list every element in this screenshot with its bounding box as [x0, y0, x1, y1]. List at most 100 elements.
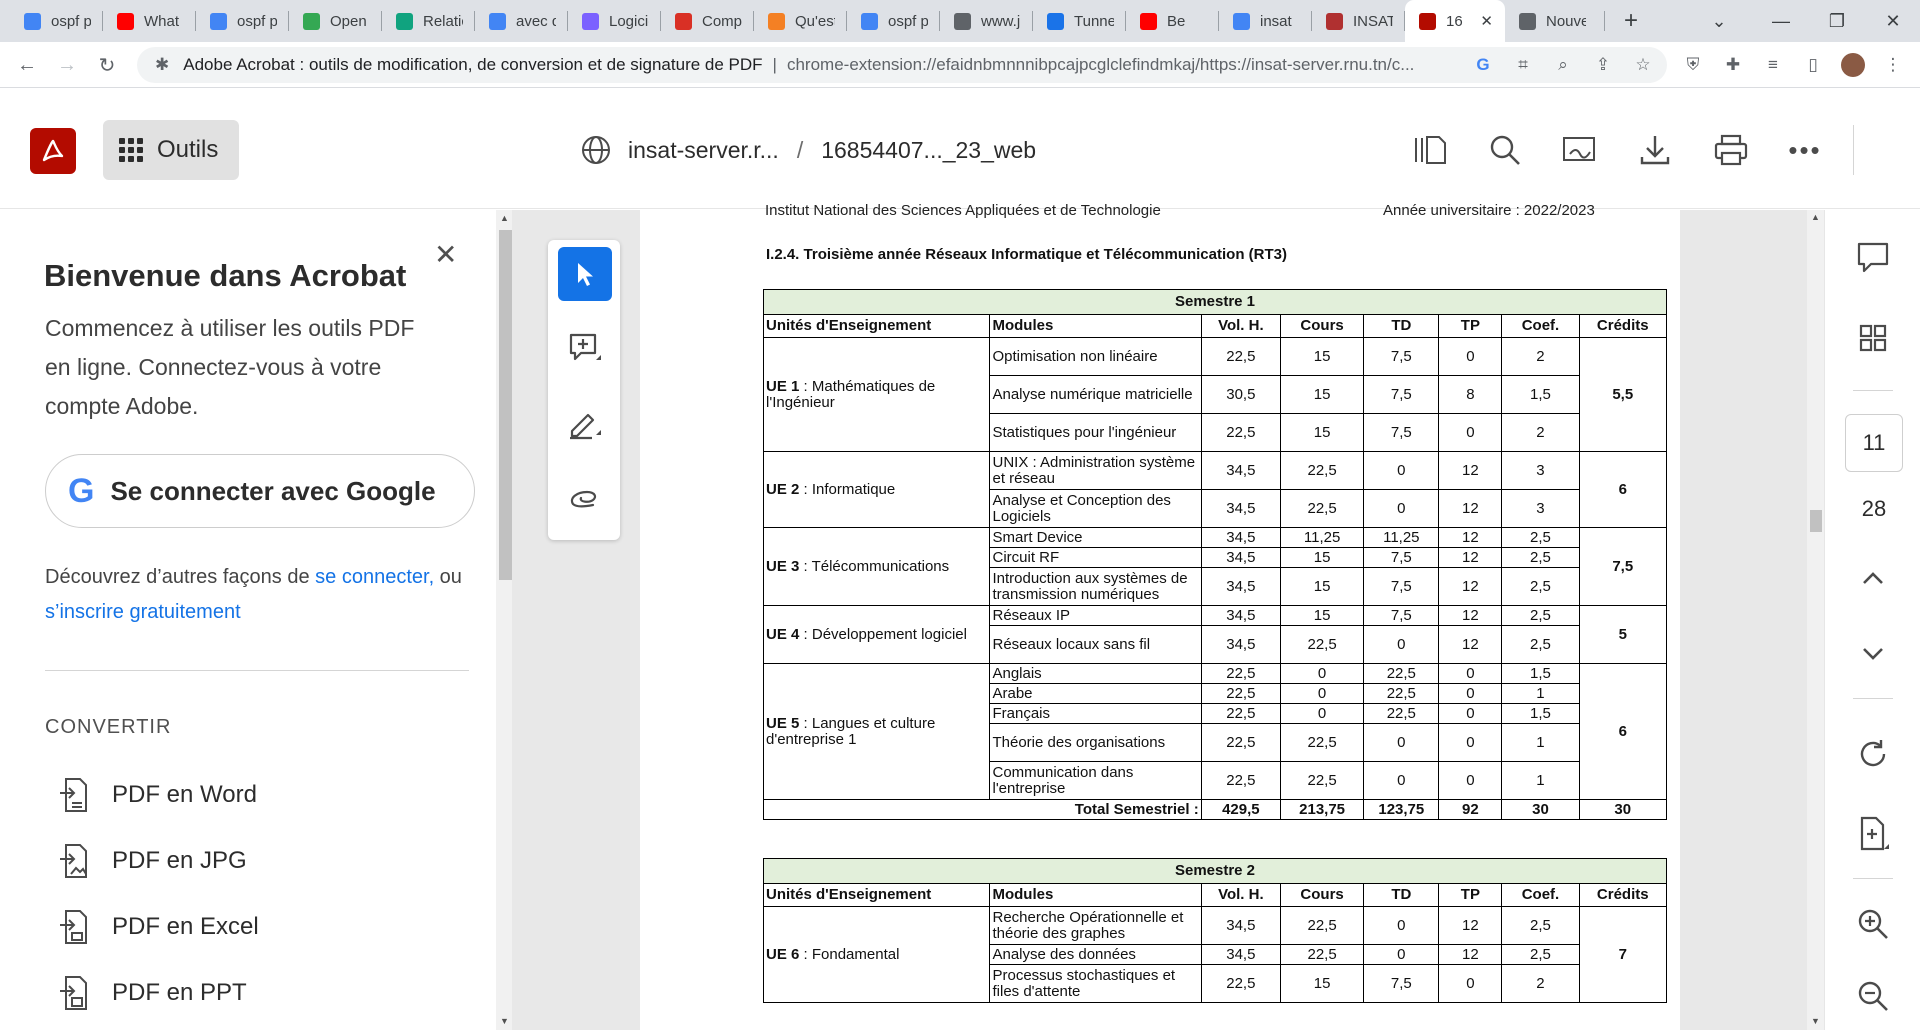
forward-button[interactable]: → — [50, 42, 84, 88]
close-window-button[interactable]: ✕ — [1864, 0, 1920, 42]
module-name: Analyse et Conception des Logiciels — [989, 489, 1202, 528]
zoom-icon[interactable]: ⌕ — [1545, 47, 1581, 83]
convert-pdf-excel[interactable]: PDF en Excel — [58, 907, 259, 947]
google-signin-button[interactable]: G Se connecter avec Google — [45, 454, 475, 528]
module-value: 2,5 — [1501, 625, 1580, 664]
share-icon[interactable]: ⇪ — [1585, 47, 1621, 83]
signin-link[interactable]: se connecter, — [315, 566, 434, 588]
panel-scroll-down-icon[interactable]: ▼ — [500, 1016, 509, 1026]
cursor-icon — [578, 263, 593, 286]
convert-label: PDF en Word — [112, 781, 257, 808]
browser-tab[interactable]: avec q — [475, 0, 568, 42]
browser-tab[interactable]: ospf p — [847, 0, 940, 42]
browser-tab[interactable]: Relatic — [382, 0, 475, 42]
panel-scrollbar-thumb[interactable] — [499, 230, 513, 580]
browser-tab[interactable]: www.j — [940, 0, 1033, 42]
browser-tab[interactable]: Tunne — [1033, 0, 1126, 42]
zoom-out-icon[interactable] — [1849, 972, 1897, 1020]
convert-pdf-word[interactable]: PDF en Word — [58, 775, 257, 815]
apps-grid-icon[interactable] — [1849, 314, 1897, 362]
module-value: 34,5 — [1200, 906, 1281, 945]
ue-cell: UE 3 : Télécommunications — [762, 527, 991, 606]
thumbnails-panel-icon[interactable] — [1410, 129, 1452, 171]
side-panel-icon[interactable]: ▯ — [1795, 47, 1831, 83]
chrome-menu-icon[interactable]: ⋮ — [1875, 47, 1911, 83]
rotate-icon[interactable] — [1849, 730, 1897, 778]
browser-tab[interactable]: Be — [1126, 0, 1219, 42]
comments-panel-icon[interactable] — [1849, 234, 1897, 282]
breadcrumb-site[interactable]: insat-server.r... — [628, 137, 779, 164]
new-tab-button[interactable]: + — [1611, 0, 1651, 42]
browser-tab[interactable]: Qu'est — [754, 0, 847, 42]
google-lens-icon[interactable]: G — [1465, 47, 1501, 83]
zoom-in-icon[interactable] — [1849, 900, 1897, 948]
comment-tool[interactable] — [558, 322, 612, 376]
signup-link[interactable]: s’inscrire gratuitement — [45, 601, 241, 623]
reload-button[interactable]: ↻ — [90, 42, 124, 88]
search-icon[interactable] — [1484, 129, 1526, 171]
close-icon[interactable]: ✕ — [434, 238, 457, 271]
profile-avatar[interactable] — [1835, 47, 1871, 83]
back-button[interactable]: ← — [10, 42, 44, 88]
media-control-icon[interactable]: ≡ — [1755, 47, 1791, 83]
sign-icon[interactable] — [1560, 129, 1602, 171]
welcome-title: Bienvenue dans Acrobat — [44, 258, 407, 293]
scroll-up-arrow-icon[interactable]: ▲ — [1811, 212, 1820, 222]
panel-scroll-up-icon[interactable]: ▲ — [500, 213, 509, 223]
freehand-tool[interactable] — [558, 472, 612, 526]
browser-tab[interactable]: ospf p — [10, 0, 103, 42]
document-scrollbar[interactable]: ▲ ▼ — [1807, 210, 1824, 1030]
credits-cell: 5,5 — [1578, 337, 1668, 452]
module-value: 12 — [1438, 451, 1503, 490]
browser-tab[interactable]: Comp — [661, 0, 754, 42]
document-scrollbar-thumb[interactable] — [1810, 510, 1822, 532]
acrobat-logo-icon[interactable] — [30, 128, 76, 174]
browser-tab[interactable]: What i — [103, 0, 196, 42]
browser-tab[interactable]: Logicie — [568, 0, 661, 42]
bookmark-star-icon[interactable]: ☆ — [1625, 47, 1661, 83]
print-icon[interactable] — [1710, 129, 1752, 171]
select-tool[interactable] — [558, 247, 612, 301]
page-tools-icon[interactable] — [1849, 810, 1897, 858]
maximize-button[interactable]: ❐ — [1808, 0, 1866, 42]
shield-extension-icon[interactable]: ⛨ — [1675, 47, 1711, 83]
browser-tab[interactable]: insat — [1219, 0, 1312, 42]
breadcrumb-file[interactable]: 16854407..._23_web — [821, 137, 1036, 164]
youtube-icon — [117, 12, 134, 30]
ue-name: : Télécommunications — [799, 557, 950, 575]
module-value: 0 — [1363, 761, 1440, 800]
extensions-puzzle-icon[interactable]: ✚ — [1715, 47, 1751, 83]
browser-tab-strip: ospf p What i ospf p Open Relatic avec q Logic… — [0, 0, 1920, 42]
convert-pdf-jpg[interactable]: PDF en JPG — [58, 841, 247, 881]
previous-page-icon[interactable] — [1849, 554, 1897, 602]
omnibox[interactable]: ✱ Adobe Acrobat : outils de modification… — [137, 47, 1667, 83]
total-value: 213,75 — [1279, 799, 1365, 820]
browser-tab[interactable]: 16 ✕ — [1405, 0, 1505, 42]
next-page-icon[interactable] — [1849, 630, 1897, 678]
browser-tab[interactable]: INSAT — [1312, 0, 1405, 42]
table-row: UE 6 : Fondamental Recherche Opérationnel… — [762, 906, 1668, 1003]
column-header: Cours — [1279, 883, 1365, 907]
browser-tab[interactable]: Nouve — [1505, 0, 1605, 42]
tools-label: Outils — [157, 136, 219, 163]
notebook-icon — [1047, 12, 1064, 30]
module-name: Circuit RF — [989, 547, 1202, 568]
close-tab-icon[interactable]: ✕ — [1480, 12, 1493, 30]
header-institution: Institut National des Sciences Appliquée… — [765, 202, 1161, 219]
tab-search-button[interactable]: ⌄ — [1690, 0, 1748, 42]
draw-tool[interactable] — [558, 397, 612, 451]
scroll-down-arrow-icon[interactable]: ▼ — [1811, 1016, 1820, 1026]
browser-tab[interactable]: Open — [289, 0, 382, 42]
more-options-icon[interactable]: ••• — [1784, 129, 1826, 171]
translate-icon[interactable]: ⌗ — [1505, 47, 1541, 83]
current-page-input[interactable]: 11 — [1845, 414, 1903, 472]
module-value: 22,5 — [1200, 723, 1281, 762]
minimize-button[interactable]: — — [1752, 0, 1810, 42]
module-name: Français — [989, 703, 1202, 724]
browser-tab[interactable]: ospf p — [196, 0, 289, 42]
convert-pdf-ppt[interactable]: PDF en PPT — [58, 973, 247, 1013]
tools-button[interactable]: Outils — [103, 120, 239, 180]
google-icon — [24, 12, 41, 30]
module-value: 0 — [1438, 761, 1503, 800]
download-icon[interactable] — [1634, 129, 1676, 171]
